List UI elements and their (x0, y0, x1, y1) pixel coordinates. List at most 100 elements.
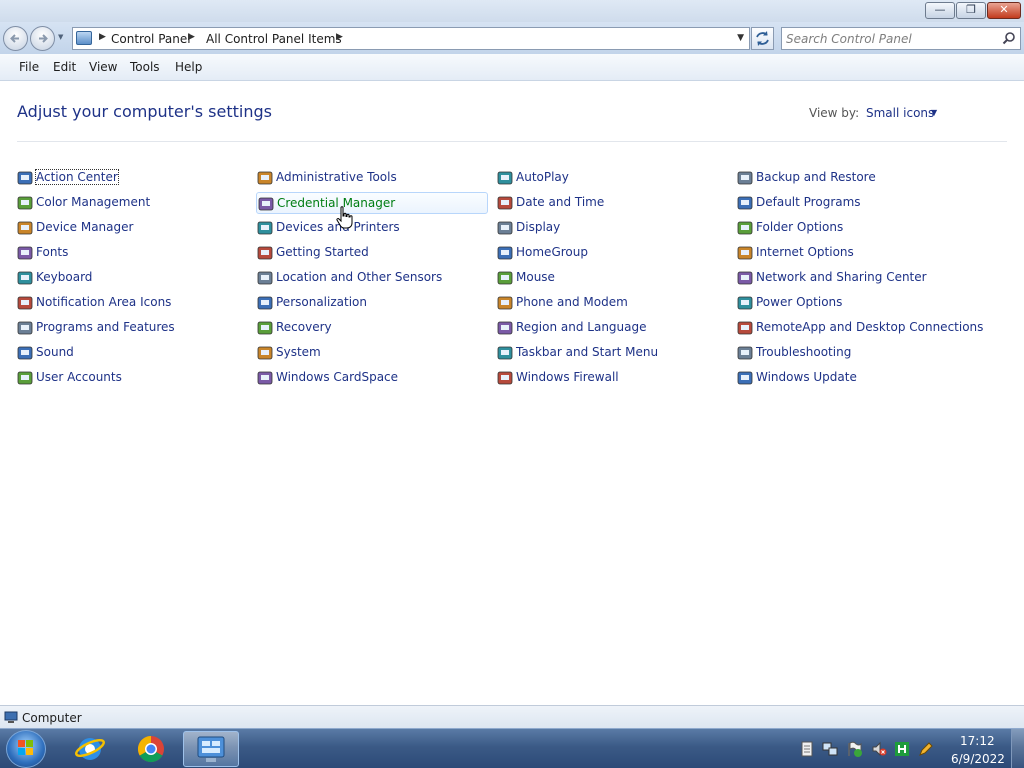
cp-item-mouse[interactable]: Mouse (496, 267, 728, 289)
minimize-button[interactable]: — (925, 2, 955, 19)
cp-item-fonts[interactable]: Fonts (16, 242, 248, 264)
cp-item-internet-options[interactable]: Internet Options (736, 242, 968, 264)
cp-item-recovery[interactable]: Recovery (256, 317, 488, 339)
tray-document-icon[interactable] (799, 741, 815, 757)
network-icon (737, 271, 753, 285)
maximize-button[interactable]: ❐ (956, 2, 986, 19)
cp-item-label: Notification Area Icons (36, 295, 172, 309)
start-button[interactable] (6, 730, 46, 768)
address-bar[interactable]: ▶ Control Panel ▶ All Control Panel Item… (72, 27, 750, 50)
show-desktop-button[interactable] (1011, 729, 1024, 768)
search-icon[interactable] (1002, 31, 1016, 45)
system-icon (257, 346, 273, 360)
status-bar: Computer (0, 705, 1024, 728)
taskbar-control-panel[interactable] (183, 731, 239, 767)
cp-item-taskbar-and-start-menu[interactable]: Taskbar and Start Menu (496, 342, 728, 364)
cp-item-label: Recovery (276, 320, 332, 334)
cp-item-personalization[interactable]: Personalization (256, 292, 488, 314)
cp-item-folder-options[interactable]: Folder Options (736, 217, 968, 239)
recent-pages-dropdown-icon[interactable]: ▼ (58, 33, 63, 41)
cp-item-credential-manager[interactable]: Credential Manager (256, 192, 488, 214)
cp-item-default-programs[interactable]: Default Programs (736, 192, 968, 214)
menu-edit[interactable]: Edit (53, 60, 76, 74)
back-button[interactable] (3, 26, 28, 51)
clock-time[interactable]: 17:12 (960, 734, 995, 748)
menu-file[interactable]: File (19, 60, 39, 74)
cp-item-region-and-language[interactable]: Region and Language (496, 317, 728, 339)
keyboard-icon (17, 271, 33, 285)
cp-item-label: Display (516, 220, 561, 234)
getting-started-icon (257, 246, 273, 260)
view-by-dropdown[interactable]: Small icons (866, 106, 934, 120)
cp-item-administrative-tools[interactable]: Administrative Tools (256, 167, 488, 189)
cp-item-getting-started[interactable]: Getting Started (256, 242, 488, 264)
tray-volume-muted-icon[interactable] (871, 741, 887, 757)
breadcrumb-arrow-icon[interactable]: ▶ (188, 32, 195, 42)
taskbar-chrome[interactable] (123, 731, 179, 767)
cp-item-backup-and-restore[interactable]: Backup and Restore (736, 167, 968, 189)
printer-device-icon (17, 221, 33, 235)
cp-item-action-center[interactable]: Action Center (16, 167, 248, 189)
tray-app-icon[interactable] (894, 741, 910, 757)
cp-item-power-options[interactable]: Power Options (736, 292, 968, 314)
cp-item-troubleshooting[interactable]: Troubleshooting (736, 342, 968, 364)
search-input[interactable] (786, 31, 996, 47)
control-panel-icon (76, 31, 92, 45)
remote-icon (737, 321, 753, 335)
cp-item-label: Sound (36, 345, 74, 359)
cp-item-windows-firewall[interactable]: Windows Firewall (496, 367, 728, 389)
cp-item-notification-area-icons[interactable]: Notification Area Icons (16, 292, 248, 314)
tray-action-center-icon[interactable] (847, 741, 863, 757)
taskbar-internet-explorer[interactable] (62, 731, 118, 767)
cp-item-homegroup[interactable]: HomeGroup (496, 242, 728, 264)
cp-item-label: Internet Options (756, 245, 854, 259)
cp-item-label: Action Center (35, 169, 119, 185)
cp-item-display[interactable]: Display (496, 217, 728, 239)
chrome-icon (137, 735, 164, 763)
folder-fonts-icon (17, 246, 33, 260)
clock-icon (497, 196, 513, 210)
cp-item-programs-and-features[interactable]: Programs and Features (16, 317, 248, 339)
cp-item-keyboard[interactable]: Keyboard (16, 267, 248, 289)
default-programs-icon (737, 196, 753, 210)
breadcrumb-control-panel[interactable]: Control Panel (111, 32, 191, 46)
cp-item-phone-and-modem[interactable]: Phone and Modem (496, 292, 728, 314)
cp-item-label: Default Programs (756, 195, 861, 209)
menu-tools[interactable]: Tools (130, 60, 160, 74)
tray-pen-icon[interactable] (918, 741, 934, 757)
refresh-button[interactable] (751, 27, 774, 50)
cp-item-autoplay[interactable]: AutoPlay (496, 167, 728, 189)
cp-item-color-management[interactable]: Color Management (16, 192, 248, 214)
taskbar: 17:12 6/9/2022 (0, 728, 1024, 768)
divider (17, 141, 1007, 142)
cp-item-network-and-sharing-center[interactable]: Network and Sharing Center (736, 267, 968, 289)
cp-item-location-and-other-sensors[interactable]: Location and Other Sensors (256, 267, 488, 289)
menu-view[interactable]: View (89, 60, 117, 74)
cp-item-label: Mouse (516, 270, 555, 284)
cp-item-system[interactable]: System (256, 342, 488, 364)
cp-item-label: System (276, 345, 321, 359)
flag-icon (17, 171, 33, 185)
cp-item-sound[interactable]: Sound (16, 342, 248, 364)
breadcrumb-arrow-icon[interactable]: ▶ (99, 32, 106, 42)
clock-date[interactable]: 6/9/2022 (951, 752, 1005, 766)
address-history-dropdown-icon[interactable]: ▼ (737, 33, 744, 43)
breadcrumb-all-items[interactable]: All Control Panel Items (206, 32, 342, 46)
menu-help[interactable]: Help (175, 60, 202, 74)
breadcrumb-arrow-icon[interactable]: ▶ (336, 32, 343, 42)
cp-item-device-manager[interactable]: Device Manager (16, 217, 248, 239)
cp-item-user-accounts[interactable]: User Accounts (16, 367, 248, 389)
vault-icon (258, 197, 274, 211)
cp-item-windows-update[interactable]: Windows Update (736, 367, 968, 389)
speaker-icon (17, 346, 33, 360)
cp-item-devices-and-printers[interactable]: Devices and Printers (256, 217, 488, 239)
cp-item-label: Location and Other Sensors (276, 270, 443, 284)
cp-item-remoteapp-and-desktop-connections[interactable]: RemoteApp and Desktop Connections (736, 317, 983, 339)
chevron-down-icon[interactable]: ▼ (931, 108, 937, 117)
search-box[interactable] (781, 27, 1021, 50)
cp-item-windows-cardspace[interactable]: Windows CardSpace (256, 367, 488, 389)
forward-button[interactable] (30, 26, 55, 51)
close-button[interactable]: ✕ (987, 2, 1021, 19)
tray-network-icon[interactable] (822, 741, 838, 757)
cp-item-date-and-time[interactable]: Date and Time (496, 192, 728, 214)
